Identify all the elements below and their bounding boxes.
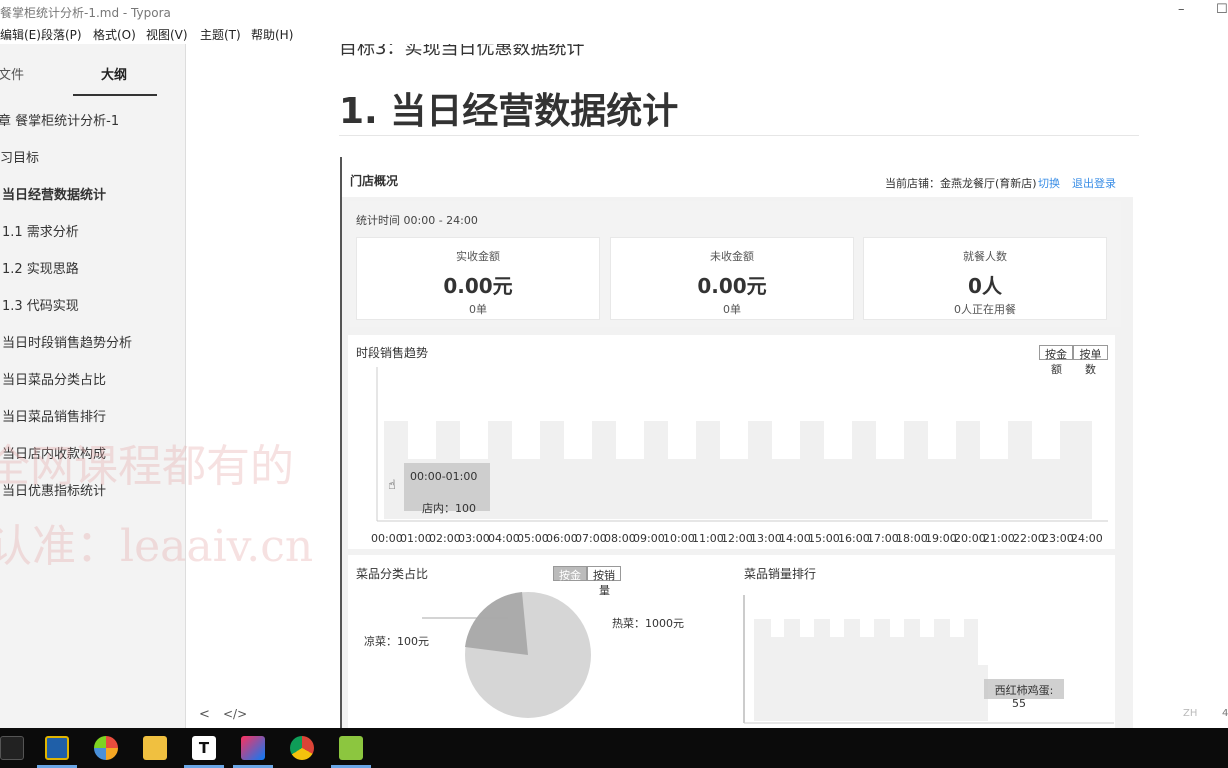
logout-link: 退出登录 xyxy=(1072,177,1116,190)
x-tick: 05:00 xyxy=(517,532,549,545)
outline-item-active[interactable]: 当日经营数据统计 xyxy=(2,184,106,203)
tab-outline[interactable]: 大纲 xyxy=(101,64,127,83)
x-tick: 10:00 xyxy=(663,532,695,545)
x-tick: 06:00 xyxy=(546,532,578,545)
outline-item[interactable]: 当日店内收款构成 xyxy=(2,443,106,462)
x-tick: 13:00 xyxy=(750,532,782,545)
sales-trend-panel: 时段销售趋势 按金 按单 额 数 00:00-01:00 店内：100 ☝ 00… xyxy=(348,335,1115,549)
virtualbox-icon[interactable] xyxy=(45,736,69,760)
bottom-charts-panel: 菜品分类占比 按金 按销 量 凉菜：100元 热菜：1000元 菜品销量排行 西… xyxy=(348,555,1115,728)
x-tick: 02:00 xyxy=(429,532,461,545)
sidebar: 文件 大纲 章 餐掌柜统计分析-1 习目标 当日经营数据统计 1.1 需求分析 … xyxy=(0,44,186,728)
x-tick: 09:00 xyxy=(633,532,665,545)
current-shop: 当前店铺：金燕龙餐厅(育新店) xyxy=(885,177,1037,190)
chrome-icon[interactable] xyxy=(290,736,314,760)
ranking-tooltip-value: 55 xyxy=(1012,697,1026,710)
notepad-plus-plus-icon[interactable] xyxy=(339,736,363,760)
stat-sub: 0单 xyxy=(723,303,741,316)
menu-paragraph[interactable]: 段落(P) xyxy=(41,26,82,43)
x-tick: 19:00 xyxy=(925,532,957,545)
outline-item[interactable]: 当日菜品分类占比 xyxy=(2,369,106,388)
hand-cursor-icon: ☝ xyxy=(388,478,396,493)
source-code-mode-button[interactable]: </> xyxy=(223,707,247,721)
stat-value: 0人 xyxy=(968,274,1002,298)
ime-indicator: ZH xyxy=(1183,708,1198,719)
outline-item[interactable]: 章 餐掌柜统计分析-1 xyxy=(0,110,119,129)
stat-card: 就餐人数 0人 0人正在用餐 xyxy=(863,237,1107,320)
trend-tooltip: 00:00-01:00 店内：100 xyxy=(404,463,490,515)
stat-card: 未收金额 0.00元 0单 xyxy=(610,237,854,320)
x-tick: 15:00 xyxy=(808,532,840,545)
file-explorer-icon[interactable] xyxy=(143,736,167,760)
stat-label: 未收金额 xyxy=(710,250,754,263)
menu-format[interactable]: 格式(O) xyxy=(93,26,136,43)
ranking-tooltip: 西红柿鸡蛋: xyxy=(984,679,1064,699)
menu-theme[interactable]: 主题(T) xyxy=(200,26,241,43)
editor-area[interactable]: 目标3：实现当日优惠数据统计 1. 当日经营数据统计 门店概况 当前店铺：金燕龙… xyxy=(187,44,1228,728)
stats-panel: 统计时间 00:00 - 24:00 实收金额 0.00元 0单 未收金额 0.… xyxy=(348,201,1121,327)
tab-underline xyxy=(73,94,157,96)
menu-bar: 编辑(E) 段落(P) 格式(O) 视图(V) 主题(T) 帮助(H) xyxy=(0,22,1228,44)
outline-item[interactable]: 当日时段销售趋势分析 xyxy=(2,332,132,351)
outline-item[interactable]: 习目标 xyxy=(0,147,39,166)
stat-sub: 0单 xyxy=(469,303,487,316)
intellij-idea-icon[interactable] xyxy=(241,736,265,760)
stat-card: 实收金额 0.00元 0单 xyxy=(356,237,600,320)
x-tick: 12:00 xyxy=(721,532,753,545)
dashboard-screenshot: 门店概况 当前店铺：金燕龙餐厅(育新店) 切换 退出登录 统计时间 00:00 … xyxy=(340,157,1133,728)
x-tick: 07:00 xyxy=(575,532,607,545)
heading-divider xyxy=(339,135,1139,136)
x-tick: 18:00 xyxy=(896,532,928,545)
minimize-icon[interactable]: – xyxy=(1178,2,1185,17)
x-tick: 22:00 xyxy=(1013,532,1045,545)
x-tick: 11:00 xyxy=(692,532,724,545)
tooltip-value: 店内：100 xyxy=(422,502,476,515)
x-tick: 23:00 xyxy=(1042,532,1074,545)
stat-label: 实收金额 xyxy=(456,250,500,263)
mindmap-icon[interactable] xyxy=(94,736,118,760)
x-tick: 16:00 xyxy=(838,532,870,545)
x-tick: 20:00 xyxy=(954,532,986,545)
terminal-icon[interactable] xyxy=(0,736,24,760)
page-title: 1. 当日经营数据统计 xyxy=(339,91,679,132)
outline-item[interactable]: 1.3 代码实现 xyxy=(2,295,79,314)
x-tick: 14:00 xyxy=(779,532,811,545)
x-tick: 21:00 xyxy=(983,532,1015,545)
maximize-icon[interactable]: ☐ xyxy=(1216,2,1228,17)
taskbar: T xyxy=(0,728,1228,768)
stat-sub: 0人正在用餐 xyxy=(954,303,1016,316)
outline-item[interactable]: 当日优惠指标统计 xyxy=(2,480,106,499)
stat-time: 统计时间 00:00 - 24:00 xyxy=(356,214,478,227)
x-tick: 01:00 xyxy=(400,532,432,545)
stat-label: 就餐人数 xyxy=(963,250,1007,263)
tooltip-time: 00:00-01:00 xyxy=(410,470,478,483)
typora-icon[interactable]: T xyxy=(192,736,216,760)
x-tick: 24:00 xyxy=(1071,532,1103,545)
x-tick: 08:00 xyxy=(604,532,636,545)
x-tick: 04:00 xyxy=(488,532,520,545)
word-count: 4 xyxy=(1222,708,1228,719)
shop-overview-title: 门店概况 xyxy=(350,174,399,188)
dashboard-header: 门店概况 当前店铺：金燕龙餐厅(育新店) 切换 退出登录 xyxy=(342,157,1133,197)
x-tick: 00:00 xyxy=(371,532,403,545)
toggle-sidebar-button[interactable]: < xyxy=(199,707,210,722)
outline-item[interactable]: 1.1 需求分析 xyxy=(2,221,79,240)
trend-chart-area xyxy=(376,367,1108,522)
outline-item[interactable]: 1.2 实现思路 xyxy=(2,258,79,277)
x-tick: 03:00 xyxy=(458,532,490,545)
stat-value: 0.00元 xyxy=(443,274,513,298)
outline-item[interactable]: 当日菜品销售排行 xyxy=(2,406,106,425)
title-bar: 餐掌柜统计分析-1.md - Typora – ☐ xyxy=(0,0,1228,22)
menu-edit[interactable]: 编辑(E) xyxy=(0,26,41,43)
window-title: 餐掌柜统计分析-1.md - Typora xyxy=(0,6,171,20)
switch-shop-link: 切换 xyxy=(1038,177,1060,190)
ranking-chart xyxy=(743,595,1114,724)
section-heading-cut: 目标3：实现当日优惠数据统计 xyxy=(339,44,585,59)
stat-value: 0.00元 xyxy=(697,274,767,298)
menu-help[interactable]: 帮助(H) xyxy=(251,26,293,43)
x-tick: 17:00 xyxy=(867,532,899,545)
tab-files[interactable]: 文件 xyxy=(0,64,24,83)
menu-view[interactable]: 视图(V) xyxy=(146,26,188,43)
